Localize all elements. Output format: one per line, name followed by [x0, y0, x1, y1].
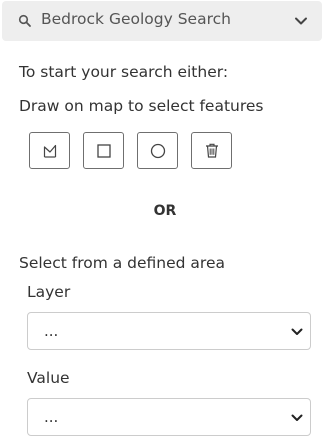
layer-select[interactable]: ... [27, 312, 311, 350]
layer-select-value: ... [44, 322, 59, 340]
square-icon [96, 143, 111, 158]
draw-polygon-button[interactable] [29, 132, 70, 169]
draw-instructions: Draw on map to select features [19, 97, 264, 115]
value-select[interactable]: ... [27, 398, 311, 436]
circle-icon [150, 143, 165, 158]
search-icon [18, 14, 31, 27]
chevron-down-icon [291, 414, 303, 421]
value-label: Value [27, 369, 70, 387]
value-select-value: ... [44, 408, 59, 426]
layer-label: Layer [27, 283, 71, 301]
panel-header[interactable]: Bedrock Geology Search [2, 1, 322, 41]
draw-circle-button[interactable] [137, 132, 178, 169]
or-divider: OR [153, 203, 177, 219]
intro-text: To start your search either: [19, 63, 229, 81]
trash-icon [205, 143, 218, 158]
polygon-icon [43, 144, 56, 158]
panel-title: Bedrock Geology Search [41, 10, 231, 28]
draw-rectangle-button[interactable] [83, 132, 124, 169]
clear-drawing-button[interactable] [191, 132, 232, 169]
chevron-down-icon [291, 328, 303, 335]
chevron-down-icon[interactable] [293, 13, 309, 29]
area-instructions: Select from a defined area [19, 254, 225, 272]
